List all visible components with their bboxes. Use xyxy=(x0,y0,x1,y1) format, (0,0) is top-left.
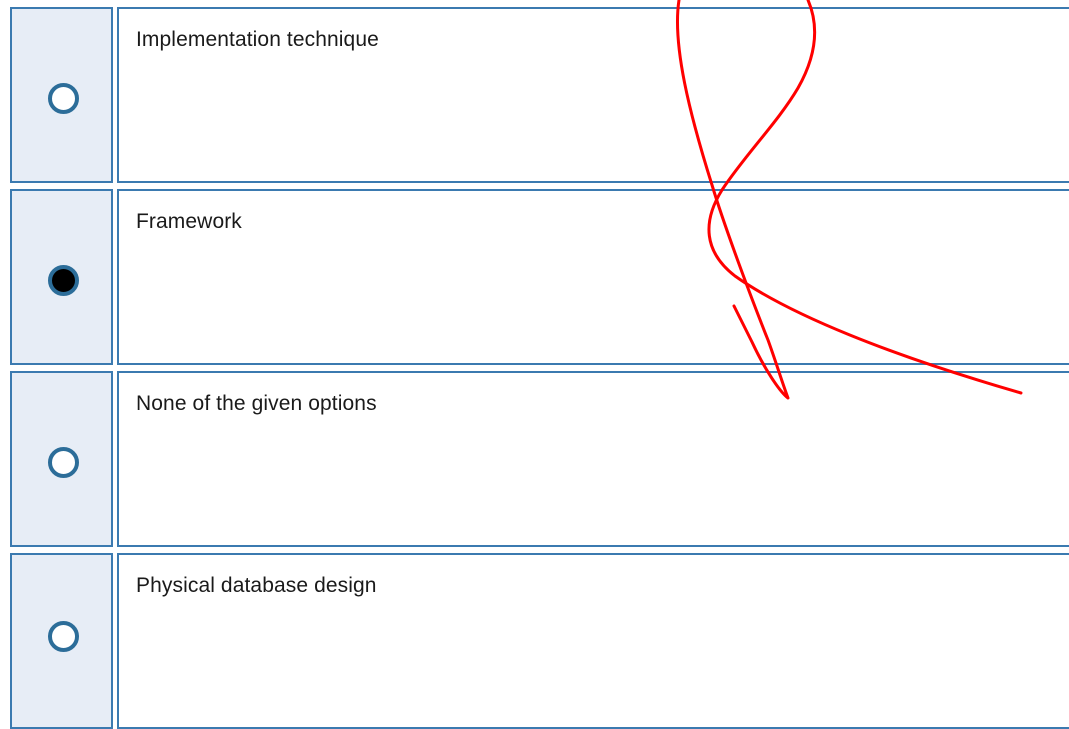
radio-button-3[interactable] xyxy=(48,447,79,478)
radio-cell-4[interactable] xyxy=(10,553,113,729)
option-row-3[interactable]: None of the given options xyxy=(0,371,1069,547)
option-text-cell-2[interactable]: Framework xyxy=(117,189,1069,365)
answer-options-table: Implementation technique Framework None … xyxy=(0,0,1069,729)
option-text-cell-3[interactable]: None of the given options xyxy=(117,371,1069,547)
option-label-2: Framework xyxy=(136,210,242,233)
radio-cell-1[interactable] xyxy=(10,7,113,183)
radio-button-4[interactable] xyxy=(48,621,79,652)
radio-cell-2[interactable] xyxy=(10,189,113,365)
option-row-1[interactable]: Implementation technique xyxy=(0,7,1069,183)
option-text-cell-4[interactable]: Physical database design xyxy=(117,553,1069,729)
option-label-1: Implementation technique xyxy=(136,28,379,51)
option-label-4: Physical database design xyxy=(136,574,377,597)
radio-button-1[interactable] xyxy=(48,83,79,114)
option-text-cell-1[interactable]: Implementation technique xyxy=(117,7,1069,183)
radio-cell-3[interactable] xyxy=(10,371,113,547)
option-row-2[interactable]: Framework xyxy=(0,189,1069,365)
option-label-3: None of the given options xyxy=(136,392,377,415)
option-row-4[interactable]: Physical database design xyxy=(0,553,1069,729)
radio-button-2[interactable] xyxy=(48,265,79,296)
